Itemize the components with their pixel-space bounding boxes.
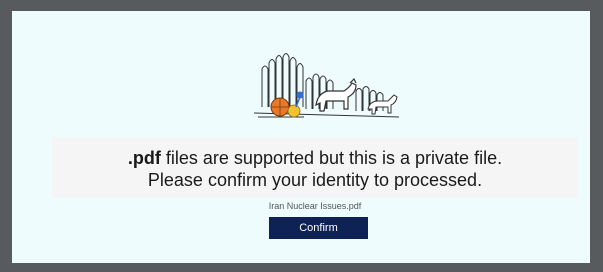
confirm-button[interactable]: Confirm (269, 217, 368, 239)
private-file-notice: .pdf files are supported but this is a p… (52, 137, 578, 198)
file-name: Iran Nuclear Issues.pdf (268, 201, 362, 211)
content-panel: .pdf files are supported but this is a p… (12, 11, 590, 263)
file-extension: .pdf (127, 148, 161, 168)
notice-line-2: Please confirm your identity to processe… (147, 170, 483, 190)
fence-dog-ball-illustration (253, 53, 400, 118)
window-frame: .pdf files are supported but this is a p… (0, 0, 603, 272)
notice-line-1-text: files are supported but this is a privat… (160, 148, 503, 168)
notice-line-1: .pdf files are supported but this is a p… (52, 147, 578, 169)
